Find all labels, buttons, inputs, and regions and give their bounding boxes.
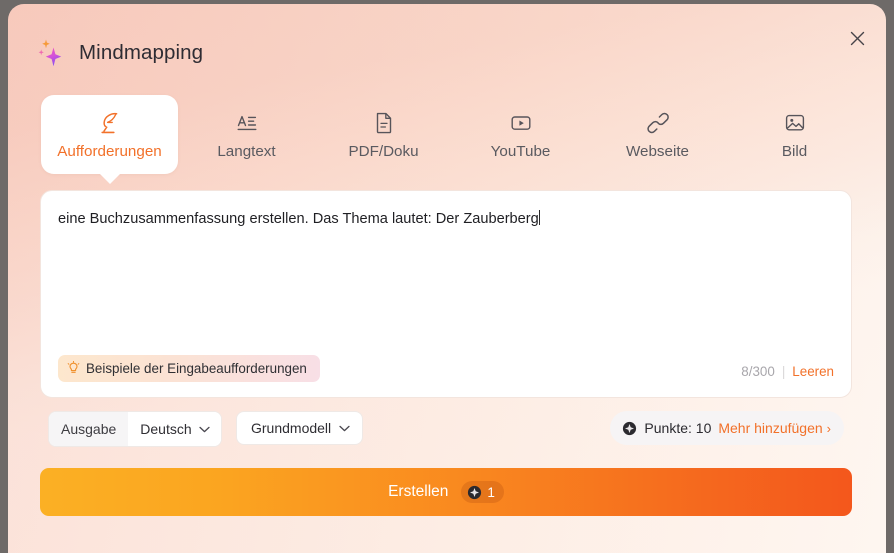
close-icon [850, 31, 864, 45]
add-more-label: Mehr hinzufügen [718, 420, 823, 436]
character-count: 8/300 [741, 364, 775, 379]
model-dropdown[interactable]: Grundmodell [236, 411, 364, 445]
tab-label: PDF/Doku [348, 142, 419, 160]
counter-divider: | [781, 364, 786, 379]
language-value: Deutsch [140, 421, 192, 437]
close-button[interactable] [840, 21, 874, 55]
tab-pdf-doku[interactable]: PDF/Doku [315, 95, 452, 174]
prompt-input-card[interactable]: eine Buchzusammenfassung erstellen. Das … [40, 190, 852, 398]
language-dropdown[interactable]: Deutsch [128, 412, 221, 446]
document-icon [373, 110, 395, 136]
points-label: Punkte: 10 [644, 420, 712, 436]
image-icon [784, 110, 806, 136]
character-counter-group: 8/300 | Leeren [741, 364, 834, 379]
chevron-down-icon [339, 425, 350, 431]
chevron-down-icon [198, 426, 210, 432]
tab-webseite[interactable]: Webseite [589, 95, 726, 174]
feather-quill-icon [99, 110, 121, 136]
tab-langtext[interactable]: Langtext [178, 95, 315, 174]
youtube-play-icon [509, 110, 533, 136]
output-label: Ausgabe [49, 412, 129, 446]
tab-bild[interactable]: Bild [726, 95, 863, 174]
tab-label: Bild [781, 142, 808, 160]
modal-header: Mindmapping [8, 4, 886, 90]
mindmapping-modal: Mindmapping Aufforderungen Langtext PDF/… [8, 4, 886, 553]
lightbulb-icon [67, 361, 80, 376]
create-cost-value: 1 [487, 484, 495, 500]
prompt-examples-button[interactable]: Beispiele der Eingabeaufforderungen [58, 355, 320, 382]
create-button-label: Erstellen [388, 483, 449, 500]
link-chain-icon [646, 110, 669, 136]
tab-label: Langtext [217, 142, 276, 160]
prompt-value: eine Buchzusammenfassung erstellen. Das … [58, 211, 539, 227]
prompt-examples-label: Beispiele der Eingabeaufforderungen [86, 361, 307, 376]
create-cost-badge: 1 [461, 481, 504, 503]
options-row: Ausgabe Deutsch Grundmodell Punkte: 10 M… [40, 411, 852, 447]
title-group: Mindmapping [38, 38, 203, 68]
add-more-points-link[interactable]: Mehr hinzufügen › [718, 420, 831, 436]
page-title: Mindmapping [79, 41, 204, 64]
text-format-icon [236, 110, 258, 136]
coin-icon [622, 421, 637, 436]
source-type-tabs: Aufforderungen Langtext PDF/Doku YouTube… [41, 95, 851, 175]
model-value: Grundmodell [251, 420, 332, 436]
tab-label: Webseite [625, 142, 690, 160]
text-caret [538, 210, 540, 225]
points-badge: Punkte: 10 Mehr hinzufügen › [610, 411, 844, 445]
tab-label: Aufforderungen [57, 142, 162, 160]
create-button[interactable]: Erstellen 1 [40, 468, 852, 516]
clear-button[interactable]: Leeren [792, 364, 834, 379]
tab-label: YouTube [490, 142, 551, 160]
chevron-right-icon: › [826, 420, 831, 436]
prompt-textarea[interactable]: eine Buchzusammenfassung erstellen. Das … [58, 209, 834, 230]
output-language-selector[interactable]: Ausgabe Deutsch [48, 411, 222, 447]
sparkle-icon [38, 38, 66, 68]
coin-icon [467, 485, 482, 500]
tab-youtube[interactable]: YouTube [452, 95, 589, 174]
tab-aufforderungen[interactable]: Aufforderungen [41, 95, 178, 174]
